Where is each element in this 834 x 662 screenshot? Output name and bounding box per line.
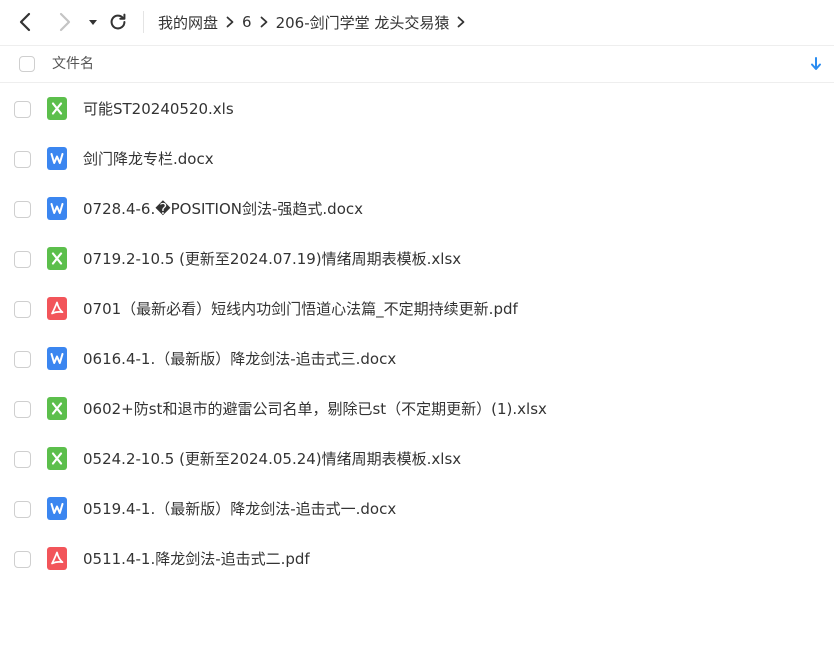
file-name[interactable]: 剑门降龙专栏.docx xyxy=(83,134,214,184)
caret-down-icon xyxy=(89,20,97,25)
file-name[interactable]: 0719.2-10.5 (更新至2024.07.19)情绪周期表模板.xlsx xyxy=(83,234,461,284)
chevron-right-icon[interactable] xyxy=(449,16,473,28)
excel-file-icon xyxy=(47,247,67,270)
breadcrumb: 我的网盘 6 206-剑门学堂 龙头交易猿 xyxy=(158,0,473,44)
back-button[interactable] xyxy=(14,10,38,34)
column-header-filename[interactable]: 文件名 xyxy=(52,46,94,82)
file-name[interactable]: 可能ST20240520.xls xyxy=(83,84,234,134)
file-row[interactable]: 0701（最新必看）短线内功剑门悟道心法篇_不定期持续更新.pdf xyxy=(0,284,834,334)
breadcrumb-item-current-folder[interactable]: 206-剑门学堂 龙头交易猿 xyxy=(276,12,450,33)
excel-file-icon xyxy=(47,397,67,420)
file-row[interactable]: 0519.4-1.（最新版）降龙剑法-追击式一.docx xyxy=(0,484,834,534)
file-row[interactable]: 可能ST20240520.xls xyxy=(0,84,834,134)
file-checkbox[interactable] xyxy=(14,351,31,368)
file-checkbox[interactable] xyxy=(14,451,31,468)
chevron-right-icon xyxy=(252,16,276,28)
file-row[interactable]: 0728.4-6.�POSITION剑法-强趋式.docx xyxy=(0,184,834,234)
excel-file-icon xyxy=(47,97,67,120)
select-all-checkbox[interactable] xyxy=(19,56,35,72)
file-checkbox[interactable] xyxy=(14,551,31,568)
file-name[interactable]: 0701（最新必看）短线内功剑门悟道心法篇_不定期持续更新.pdf xyxy=(83,284,518,334)
forward-button[interactable] xyxy=(52,10,76,34)
pdf-file-icon xyxy=(47,547,67,570)
file-checkbox[interactable] xyxy=(14,201,31,218)
chevron-right-icon xyxy=(218,16,242,28)
file-row[interactable]: 0616.4-1.（最新版）降龙剑法-追击式三.docx xyxy=(0,334,834,384)
file-checkbox[interactable] xyxy=(14,401,31,418)
file-name[interactable]: 0524.2-10.5 (更新至2024.05.24)情绪周期表模板.xlsx xyxy=(83,434,461,484)
file-row[interactable]: 0511.4-1.降龙剑法-追击式二.pdf xyxy=(0,534,834,584)
breadcrumb-item-6[interactable]: 6 xyxy=(242,13,252,31)
file-checkbox[interactable] xyxy=(14,101,31,118)
file-row[interactable]: 0719.2-10.5 (更新至2024.07.19)情绪周期表模板.xlsx xyxy=(0,234,834,284)
chevron-left-icon xyxy=(19,12,31,32)
file-name[interactable]: 0616.4-1.（最新版）降龙剑法-追击式三.docx xyxy=(83,334,396,384)
file-row[interactable]: 0602+防st和退市的避雷公司名单，剔除已st（不定期更新）(1).xlsx xyxy=(0,384,834,434)
breadcrumb-item-my-drive[interactable]: 我的网盘 xyxy=(158,12,218,33)
file-name[interactable]: 0519.4-1.（最新版）降龙剑法-追击式一.docx xyxy=(83,484,396,534)
toolbar-divider xyxy=(143,11,144,33)
toolbar: 我的网盘 6 206-剑门学堂 龙头交易猿 xyxy=(0,0,834,44)
history-dropdown-button[interactable] xyxy=(84,10,102,34)
file-name[interactable]: 0602+防st和退市的避雷公司名单，剔除已st（不定期更新）(1).xlsx xyxy=(83,384,547,434)
file-checkbox[interactable] xyxy=(14,301,31,318)
pdf-file-icon xyxy=(47,297,67,320)
refresh-button[interactable] xyxy=(106,10,130,34)
file-list-header: 文件名 xyxy=(0,45,834,83)
file-row[interactable]: 剑门降龙专栏.docx xyxy=(0,134,834,184)
chevron-right-icon xyxy=(59,12,71,32)
file-checkbox[interactable] xyxy=(14,251,31,268)
file-name[interactable]: 0511.4-1.降龙剑法-追击式二.pdf xyxy=(83,534,310,584)
file-row[interactable]: 0524.2-10.5 (更新至2024.05.24)情绪周期表模板.xlsx xyxy=(0,434,834,484)
file-name[interactable]: 0728.4-6.�POSITION剑法-强趋式.docx xyxy=(83,184,363,234)
word-file-icon xyxy=(47,197,67,220)
file-checkbox[interactable] xyxy=(14,501,31,518)
word-file-icon xyxy=(47,347,67,370)
excel-file-icon xyxy=(47,447,67,470)
word-file-icon xyxy=(47,497,67,520)
sort-down-icon[interactable] xyxy=(810,56,822,72)
word-file-icon xyxy=(47,147,67,170)
refresh-icon xyxy=(110,13,126,30)
file-list: 可能ST20240520.xls 剑门降龙专栏.docx 0728.4-6.�POS… xyxy=(0,84,834,584)
file-checkbox[interactable] xyxy=(14,151,31,168)
